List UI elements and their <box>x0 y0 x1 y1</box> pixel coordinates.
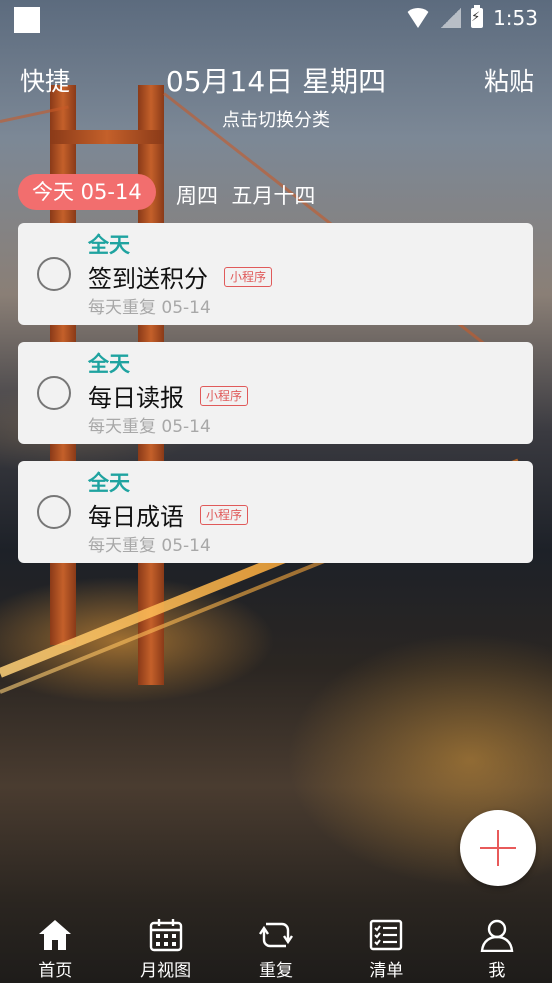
task-checkbox[interactable] <box>37 257 71 291</box>
lunar-date-label: 五月十四 <box>231 184 316 208</box>
nav-repeat[interactable]: 重复 <box>221 908 331 983</box>
date-info: 周四 五月十四 <box>176 180 315 210</box>
signal-icon <box>441 8 462 28</box>
task-title-row: 每日成语 小程序 <box>88 497 249 532</box>
task-card[interactable]: 全天 每日读报 小程序 每天重复 05-14 <box>18 342 533 444</box>
nav-list-label: 清单 <box>369 961 404 981</box>
weekday-label: 周四 <box>176 184 218 208</box>
miniprogram-tag: 小程序 <box>200 385 249 406</box>
nav-me[interactable]: 我 <box>442 908 552 983</box>
task-title: 签到送积分 <box>88 265 208 293</box>
nav-month-view[interactable]: 月视图 <box>110 908 220 983</box>
notification-icon <box>14 7 40 33</box>
task-title-row: 签到送积分 小程序 <box>88 259 273 294</box>
calendar-icon <box>149 919 182 952</box>
task-title: 每日读报 <box>88 384 184 412</box>
switch-category-hint[interactable]: 点击切换分类 <box>0 106 552 132</box>
repeat-icon <box>259 922 294 948</box>
nav-home-label: 首页 <box>38 961 73 981</box>
nav-me-label: 我 <box>488 961 506 981</box>
add-task-button[interactable] <box>460 810 536 886</box>
nav-repeat-label: 重复 <box>259 961 294 981</box>
task-card[interactable]: 全天 每日成语 小程序 每天重复 05-14 <box>18 461 533 563</box>
task-time-label: 全天 <box>88 233 130 257</box>
task-checkbox[interactable] <box>37 376 71 410</box>
profile-icon <box>480 919 514 952</box>
task-checkbox[interactable] <box>37 495 71 529</box>
today-pill[interactable]: 今天 05-14 <box>18 174 156 210</box>
bottom-nav: 首页 月视图 重复 清单 我 <box>0 908 552 983</box>
wifi-icon <box>405 8 432 28</box>
battery-charging-icon <box>471 5 484 28</box>
task-card[interactable]: 全天 签到送积分 小程序 每天重复 05-14 <box>18 223 533 325</box>
task-repeat: 每天重复 05-14 <box>88 298 211 318</box>
paste-button[interactable]: 粘贴 <box>484 62 534 98</box>
miniprogram-tag: 小程序 <box>224 266 273 287</box>
checklist-icon <box>370 919 403 951</box>
home-icon <box>39 920 72 950</box>
miniprogram-tag: 小程序 <box>200 504 249 525</box>
task-repeat: 每天重复 05-14 <box>88 536 211 556</box>
task-repeat: 每天重复 05-14 <box>88 417 211 437</box>
task-time-label: 全天 <box>88 352 130 376</box>
nav-month-view-label: 月视图 <box>140 961 192 981</box>
status-bar: 1:53 <box>0 0 552 38</box>
task-title: 每日成语 <box>88 503 184 531</box>
task-title-row: 每日读报 小程序 <box>88 378 249 413</box>
page-title[interactable]: 05月14日 星期四 <box>0 60 552 100</box>
status-time: 1:53 <box>493 6 538 30</box>
nav-list[interactable]: 清单 <box>331 908 441 983</box>
nav-home[interactable]: 首页 <box>0 908 110 983</box>
task-time-label: 全天 <box>88 471 130 495</box>
